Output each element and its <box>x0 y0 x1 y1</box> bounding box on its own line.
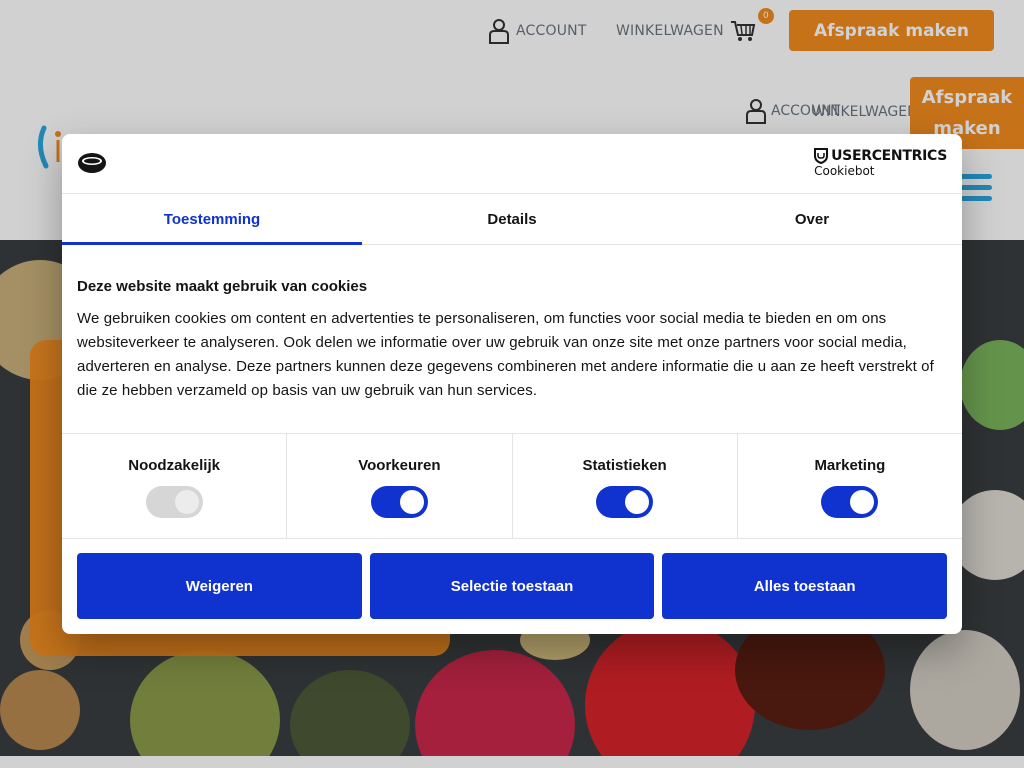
cookie-consent-dialog: USERCENTRICS Cookiebot Toestemming Detai… <box>62 134 962 634</box>
dialog-header: USERCENTRICS Cookiebot <box>62 134 962 194</box>
toggle-cell-voorkeuren: Voorkeuren <box>287 434 513 538</box>
marketing-toggle[interactable] <box>821 486 879 518</box>
toggle-cell-marketing: Marketing <box>738 434 962 538</box>
allow-all-button[interactable]: Alles toestaan <box>662 553 948 619</box>
consent-tabs: Toestemming Details Over <box>62 194 962 245</box>
toggle-label: Voorkeuren <box>358 457 441 474</box>
brand-sub: Cookiebot <box>814 164 875 178</box>
brand-name: USERCENTRICS <box>831 148 947 164</box>
consent-toggles: Noodzakelijk Voorkeuren Statistieken Mar… <box>62 433 962 539</box>
necessary-toggle <box>145 486 203 518</box>
tab-over[interactable]: Over <box>662 194 962 244</box>
statistics-toggle[interactable] <box>596 486 654 518</box>
tab-details[interactable]: Details <box>362 194 662 244</box>
toggle-cell-noodzakelijk: Noodzakelijk <box>62 434 288 538</box>
toggle-cell-statistieken: Statistieken <box>513 434 738 538</box>
consent-description: We gebruiken cookies om content en adver… <box>77 310 934 399</box>
toggle-label: Statistieken <box>582 457 667 474</box>
consent-title: Deze website maakt gebruik van cookies <box>77 278 368 295</box>
tab-toestemming[interactable]: Toestemming <box>62 194 362 245</box>
cookiebot-logo-icon <box>78 153 106 173</box>
consent-actions: Weigeren Selectie toestaan Alles toestaa… <box>77 553 948 619</box>
toggle-label: Marketing <box>814 457 886 474</box>
usercentrics-brand[interactable]: USERCENTRICS Cookiebot <box>814 148 947 178</box>
shield-icon <box>814 148 829 164</box>
consent-body: Deze website maakt gebruik van cookies W… <box>77 278 947 403</box>
allow-selection-button[interactable]: Selectie toestaan <box>369 553 655 619</box>
preferences-toggle[interactable] <box>370 486 428 518</box>
toggle-label: Noodzakelijk <box>128 457 220 474</box>
reject-button[interactable]: Weigeren <box>77 553 362 619</box>
